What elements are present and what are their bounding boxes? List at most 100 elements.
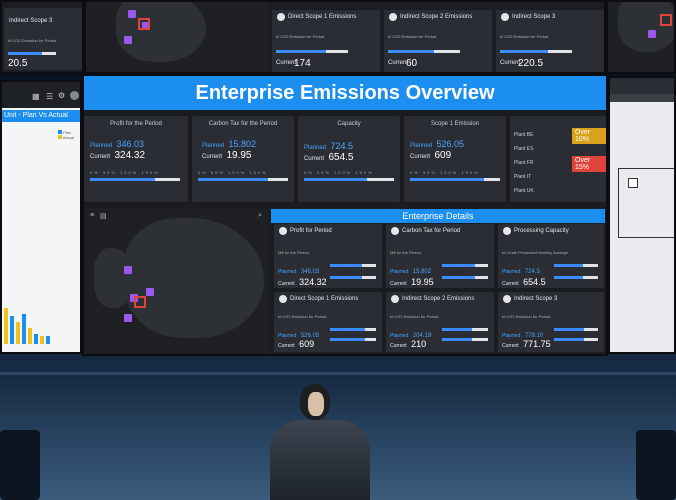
card-title: Direct Scope 1 Emissions [288,14,357,20]
page-title: Enterprise Emissions Overview [195,82,495,104]
grid-icon[interactable]: ▦ [32,92,40,101]
card-subtitle: kt Crude Processed Monthly Average [502,250,568,255]
alert-badge: Over 15% [572,156,606,172]
site-marker[interactable] [124,36,132,44]
bar [46,336,50,344]
bar [22,314,26,344]
search-icon[interactable]: ⌕ [258,212,262,220]
floor-edge [0,372,676,375]
detail-card: Profit for Period M$ for the Period Plan… [274,224,382,288]
kpi-title: Scope 1 Emission [430,121,480,127]
site-marker[interactable] [124,266,132,274]
title-banner: Enterprise Emissions Overview [84,76,606,110]
progress-fill [442,264,476,267]
current-label: Current [390,281,407,287]
progress-fill [554,338,584,341]
progress-fill [554,276,583,279]
current-value: 210 [411,339,427,349]
card-subtitle: kt CO2 Emission for Period [502,314,551,319]
scale-labels: 0% 50% 100% 150% [90,170,160,175]
bar [4,308,8,344]
current-label: Current [502,281,519,287]
current-value: 174 [294,58,311,69]
card-subtitle: M$ for the Period [278,250,309,255]
site-marker[interactable] [124,314,132,322]
details-header: Enterprise Details [271,209,605,223]
progress-fill [442,338,473,341]
current-label: Current [502,343,519,349]
tag-icon [391,227,399,235]
bar [16,322,20,344]
card-title: Indirect Scope 2 Emissions [400,14,473,20]
current-value: 324.32 [114,150,146,161]
menu-icon[interactable]: ☰ [46,92,53,101]
bar [28,328,32,344]
progress-fill [330,276,363,279]
card-title: Indirect Scope 3 [514,296,558,302]
current-value: 771.75 [523,339,551,349]
progress-fill [410,178,484,181]
top-right-screen [606,0,676,74]
detail-card: Processing Capacity kt Crude Processed M… [498,224,604,288]
current-value: 19.95 [226,150,252,161]
avatar[interactable] [70,91,79,100]
current-label: Current [304,156,325,162]
presenter-body [270,420,370,500]
chart-header-text: Unit - Plan Vs Actual [4,112,68,119]
plant-item[interactable]: Plant FR [514,160,533,166]
number-3-icon [501,13,509,21]
plant-item[interactable]: Plant BE [514,132,533,138]
card-title: Profit for Period [290,228,332,234]
top-card-scope1: Direct Scope 1 Emissions kt CO2 Emission… [272,10,380,72]
bar [40,336,44,344]
plant-item[interactable]: Plant UK [514,188,534,194]
right-screen [608,76,676,354]
legend: Plan Actual [58,130,74,140]
detail-card: Carbon Tax for Period M$ for the Period … [386,224,494,288]
current-label: Current [410,154,431,160]
current-label: Current [90,154,111,160]
card-value: 20.5 [8,58,28,69]
legend-actual: Actual [62,135,75,140]
card-subtitle: kt CO2 Emission for Period [390,314,439,319]
europe-map[interactable]: ≡ ▤ ⌕ [84,208,268,354]
current-value: 609 [434,150,452,161]
list-icon[interactable]: ≡ [90,212,94,219]
card-title: Direct Scope 1 Emissions [290,296,359,302]
card-title: Processing Capacity [514,228,569,234]
selected-site-marker[interactable] [660,14,672,26]
current-label: Current [388,60,409,66]
card-title: Indirect Scope 3 [9,18,53,24]
plant-item[interactable]: Plant IT [514,174,531,180]
bookmark-icon[interactable]: ▤ [100,212,107,220]
chair [636,430,676,500]
progress-fill [90,178,155,181]
current-label: Current [202,154,223,160]
selected-site-marker[interactable] [134,296,146,308]
alert-badge: Over 10% [572,128,606,144]
bar [10,316,14,344]
settings-icon[interactable]: ⚙ [58,91,65,100]
kpi-carbon-tax: Carbon Tax for the Period Planned 15.802… [192,116,294,202]
site-marker[interactable] [128,10,136,18]
detail-card: Indirect Scope 2 Emissions kt CO2 Emissi… [386,292,494,352]
selected-site-marker[interactable] [138,18,150,30]
current-label: Current [276,60,297,66]
current-value: 654.5 [328,152,354,163]
top-map [86,2,268,72]
plant-item[interactable]: Plant ES [514,146,533,152]
kpi-title: Capacity [337,121,361,127]
site-marker[interactable] [648,30,656,38]
details-title: Enterprise Details [402,211,474,221]
progress-fill [330,264,363,267]
presenter-face [308,392,324,416]
card-subtitle: kt CO2 Emission for Period [276,34,325,39]
progress-fill [554,264,583,267]
kpi-scope1: Scope 1 Emission Planned 526.05 Current … [404,116,506,202]
current-value: 220.5 [518,58,544,69]
site-marker[interactable] [146,288,154,296]
kpi-profit: Profit for the Period Planned 346.03 Cur… [84,116,188,202]
bar-chart-icon [503,227,511,235]
current-value: 654.5 [523,277,546,287]
number-2-icon [389,13,397,21]
